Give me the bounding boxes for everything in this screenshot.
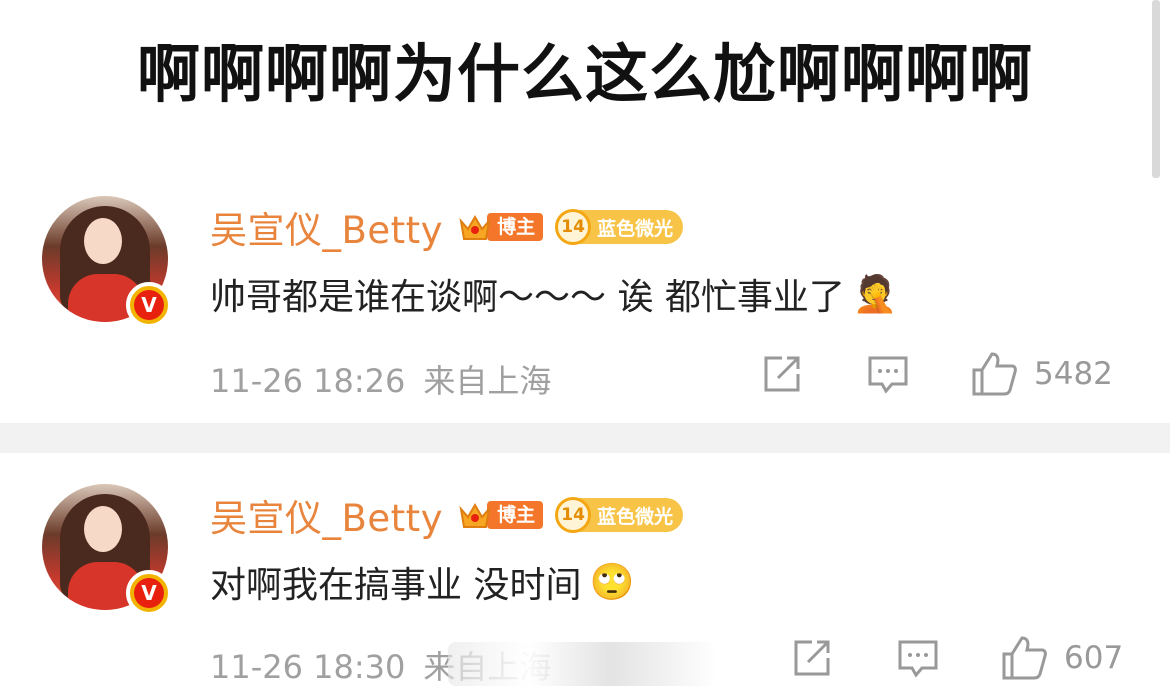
comment-icon xyxy=(898,640,938,678)
like-icon xyxy=(1002,636,1047,680)
comment-button[interactable] xyxy=(866,352,910,396)
comment-location: 来自上海 xyxy=(423,362,552,400)
like-button[interactable]: 607 xyxy=(1000,634,1123,682)
username[interactable]: 吴宣仪_Betty xyxy=(210,488,443,542)
blogger-badge[interactable]: 博主 xyxy=(457,497,544,533)
comment-time: 11-26 18:30 xyxy=(210,648,406,686)
share-icon xyxy=(764,356,800,392)
comment-text: 帅哥都是谁在谈啊～～～ 诶 都忙事业了 🤦 xyxy=(210,274,898,318)
page-headline: 啊啊啊啊为什么这么尬啊啊啊啊 xyxy=(137,37,1033,111)
comment-text: 对啊我在搞事业 没时间 🙄 xyxy=(210,562,635,606)
scrollbar[interactable] xyxy=(1152,0,1160,178)
comment-actions: 607 xyxy=(790,636,1123,680)
share-button[interactable] xyxy=(790,636,834,680)
facepalm-emoji: 🤦 xyxy=(852,274,898,315)
share-button[interactable] xyxy=(760,352,804,396)
level-label: 蓝色微光 xyxy=(597,217,674,240)
verified-icon: V xyxy=(126,282,172,328)
blogger-label: 博主 xyxy=(487,501,544,529)
comment-item: V 吴宣仪_Betty 博主 14 蓝色微光 帅哥都是谁在谈啊～～～ 诶 都忙事… xyxy=(0,190,1170,420)
comment-actions: 5482 xyxy=(760,352,1113,396)
comment-item: V 吴宣仪_Betty 博主 14 蓝色微光 对啊我在搞事业 没时间 🙄 11-… xyxy=(0,478,1170,697)
like-icon xyxy=(972,352,1017,396)
comment-meta: 11-26 18:26 来自上海 xyxy=(210,356,551,402)
eye-roll-emoji: 🙄 xyxy=(589,562,635,603)
like-count: 5482 xyxy=(1034,356,1113,392)
verified-icon: V xyxy=(126,570,172,616)
comment-icon xyxy=(868,356,908,394)
username[interactable]: 吴宣仪_Betty xyxy=(210,200,443,254)
level-number: 14 xyxy=(555,497,592,533)
level-badge[interactable]: 14 蓝色微光 xyxy=(555,497,684,533)
blogger-label: 博主 xyxy=(487,213,544,241)
blogger-badge[interactable]: 博主 xyxy=(457,209,544,245)
crown-icon xyxy=(457,497,493,533)
crown-icon xyxy=(457,209,493,245)
share-icon xyxy=(794,640,830,676)
comment-time: 11-26 18:26 xyxy=(210,362,406,400)
watermark-smudge xyxy=(448,642,718,686)
level-badge[interactable]: 14 蓝色微光 xyxy=(555,209,684,245)
level-number: 14 xyxy=(555,209,592,245)
comment-button[interactable] xyxy=(896,636,940,680)
like-button[interactable]: 5482 xyxy=(970,350,1113,398)
like-count: 607 xyxy=(1064,640,1124,676)
level-label: 蓝色微光 xyxy=(597,505,674,528)
section-divider xyxy=(0,423,1170,453)
